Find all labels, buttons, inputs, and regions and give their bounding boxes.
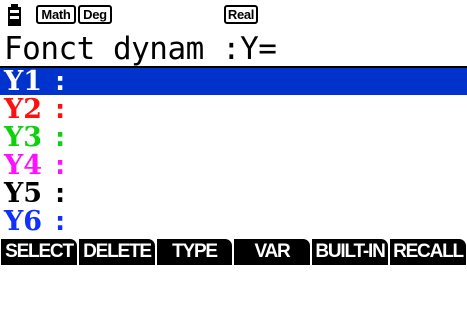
function-row-y6[interactable]: Y6 : (0, 208, 467, 235)
f3-type-button[interactable]: TYPE (157, 239, 232, 265)
function-name: Y2 (4, 94, 43, 125)
function-name: Y4 (4, 150, 43, 181)
function-separator: : (52, 206, 69, 237)
function-row-y5[interactable]: Y5 : (0, 180, 467, 207)
function-name: Y3 (4, 122, 43, 153)
function-separator: : (52, 178, 69, 209)
function-separator: : (52, 66, 69, 97)
screen-title: Fonct dynam :Y= (4, 31, 277, 67)
f1-select-button[interactable]: SELECT (1, 239, 77, 265)
function-name: Y5 (4, 178, 43, 209)
f4-var-button[interactable]: VAR (234, 239, 310, 265)
status-bar: Math Deg Real (0, 0, 467, 34)
battery-icon (8, 4, 21, 26)
f5-built-in-button[interactable]: BUILT-IN (312, 239, 388, 265)
function-key-menu: SELECT DELETE TYPE VAR BUILT-IN RECALL (0, 239, 467, 265)
function-separator: : (52, 122, 69, 153)
function-row-y2[interactable]: Y2 : (0, 96, 467, 123)
function-name: Y1 (4, 66, 43, 97)
function-row-y3[interactable]: Y3 : (0, 124, 467, 151)
function-row-y1[interactable]: Y1 : (0, 68, 467, 95)
function-separator: : (52, 150, 69, 181)
function-name: Y6 (4, 206, 43, 237)
f6-recall-button[interactable]: RECALL (390, 239, 466, 265)
math-mode-indicator: Math (36, 5, 76, 24)
complex-mode-indicator: Real (224, 5, 258, 24)
function-row-y4[interactable]: Y4 : (0, 152, 467, 179)
f2-delete-button[interactable]: DELETE (79, 239, 155, 265)
angle-mode-indicator: Deg (78, 5, 112, 24)
function-separator: : (52, 94, 69, 125)
